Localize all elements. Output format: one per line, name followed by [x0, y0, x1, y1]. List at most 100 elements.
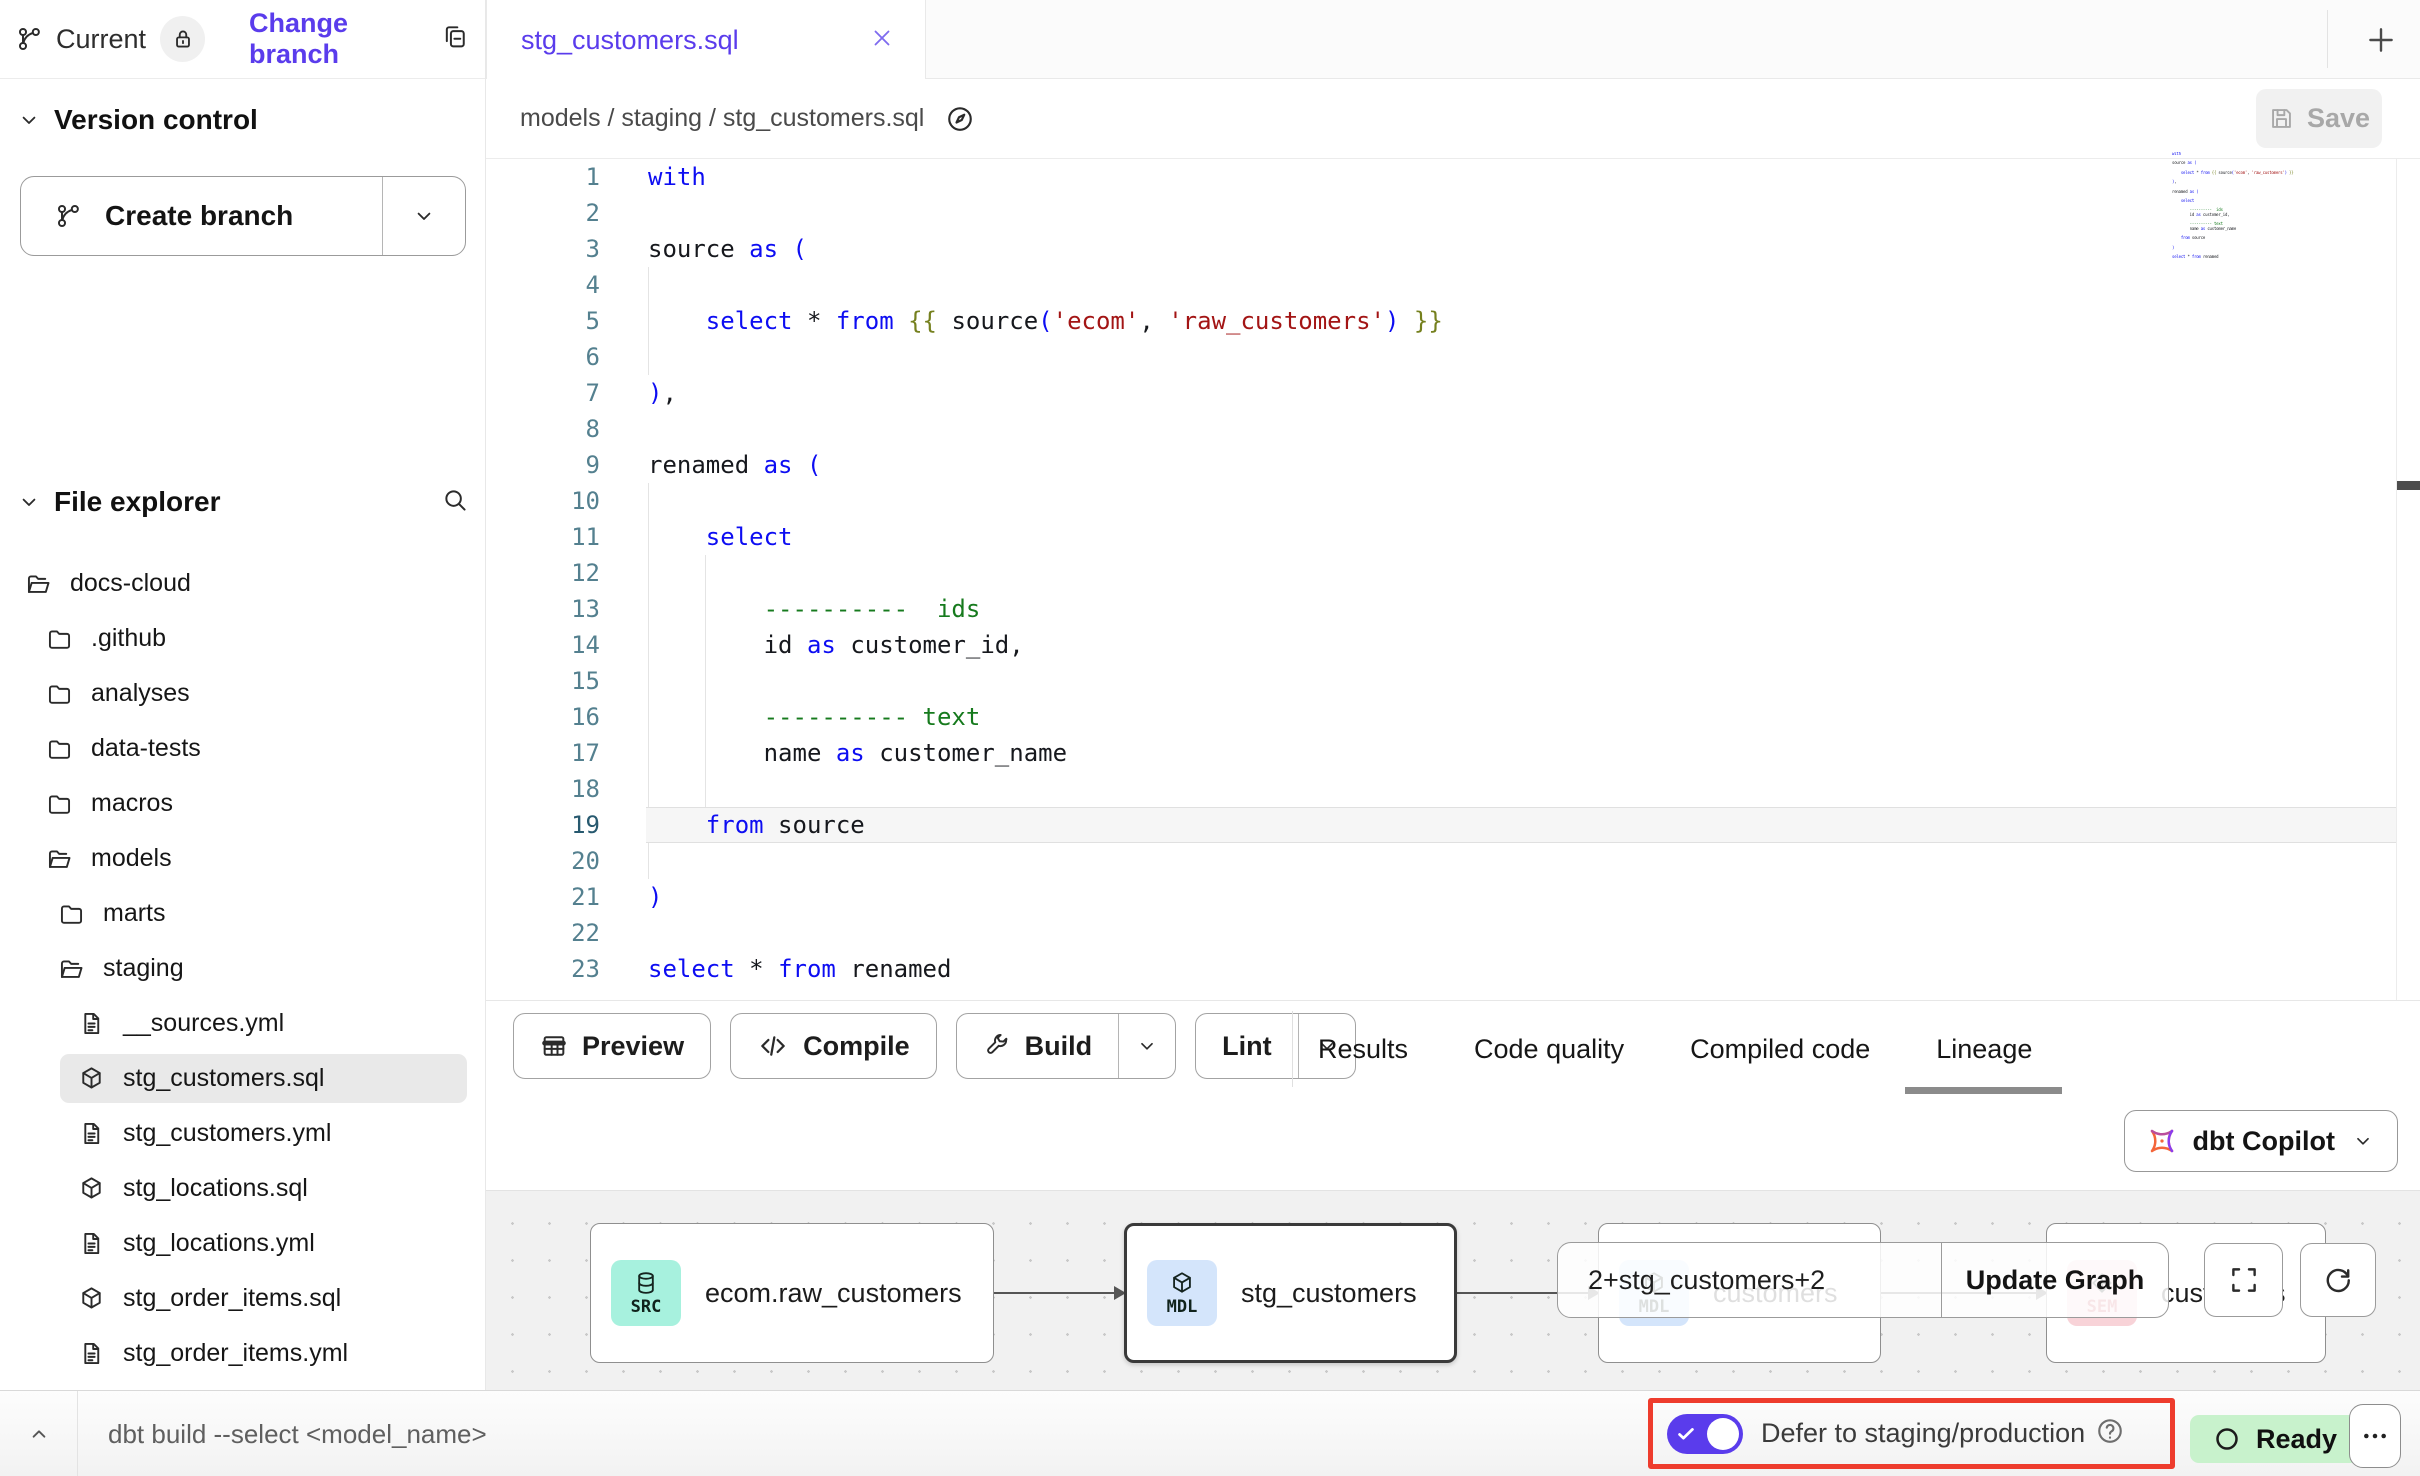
file-item--sources-yml[interactable]: __sources.yml — [0, 996, 485, 1051]
file-item--github[interactable]: .github — [0, 611, 485, 666]
model-cube-icon — [1169, 1270, 1195, 1296]
file-item-marts[interactable]: marts — [0, 886, 485, 941]
file-item-stg-customers-yml[interactable]: stg_customers.yml — [0, 1106, 485, 1161]
build-dropdown[interactable] — [1118, 1014, 1175, 1078]
file-search-button[interactable] — [441, 486, 469, 519]
file-item-docs-cloud[interactable]: docs-cloud — [0, 556, 485, 611]
line-number: 2 — [486, 195, 600, 231]
create-branch-button[interactable]: Create branch — [20, 176, 466, 256]
save-button[interactable]: Save — [2256, 89, 2382, 148]
code-line-16[interactable]: 16 ---------- text — [486, 699, 2420, 735]
file-label: stg_order_items.yml — [123, 1339, 348, 1368]
collapse-panel-button[interactable] — [0, 1391, 78, 1476]
panel-tab-results[interactable]: Results — [1318, 1001, 1408, 1097]
code-line-23[interactable]: 23select * from renamed — [486, 951, 2420, 987]
code-icon — [757, 1030, 789, 1062]
code-line-3[interactable]: 3source as ( — [486, 231, 2420, 267]
code-line-19[interactable]: 19 from source — [486, 807, 2420, 843]
command-input[interactable]: dbt build --select <model_name> — [108, 1391, 487, 1476]
more-options-button[interactable] — [2349, 1404, 2401, 1468]
code-line-8[interactable]: 8 — [486, 411, 2420, 447]
line-number: 12 — [486, 555, 600, 591]
code-line-4[interactable]: 4 — [486, 267, 2420, 303]
refresh-button[interactable] — [2300, 1243, 2376, 1317]
file-item-models[interactable]: models — [0, 831, 485, 886]
file-label: stg_order_items.sql — [123, 1284, 341, 1313]
preview-button[interactable]: Preview — [513, 1013, 711, 1079]
line-number: 6 — [486, 339, 600, 375]
file-item-data-tests[interactable]: data-tests — [0, 721, 485, 776]
lineage-canvas[interactable]: 2+stg_customers+2 Update Graph SRCecom.r… — [486, 1190, 2420, 1390]
fullscreen-button[interactable] — [2204, 1243, 2283, 1317]
node-type-badge: MDL — [1147, 1260, 1217, 1326]
lint-label: Lint — [1222, 1031, 1271, 1062]
git-branch-icon — [55, 202, 83, 230]
line-content: select * from renamed — [648, 951, 951, 987]
folder-open-icon — [58, 955, 85, 982]
code-editor[interactable]: 1with23source as (45 select * from {{ so… — [486, 159, 2420, 1000]
defer-toggle[interactable] — [1667, 1414, 1743, 1454]
line-number: 18 — [486, 771, 600, 807]
chevron-down-icon — [2351, 1129, 2375, 1153]
panel-tab-compiled-code[interactable]: Compiled code — [1690, 1001, 1870, 1097]
dbt-copilot-button[interactable]: dbt Copilot — [2124, 1110, 2398, 1172]
build-button[interactable]: Build — [956, 1013, 1177, 1079]
code-line-14[interactable]: 14 id as customer_id, — [486, 627, 2420, 663]
file-item-stg-order-items-yml[interactable]: stg_order_items.yml — [0, 1326, 485, 1381]
code-line-21[interactable]: 21) — [486, 879, 2420, 915]
code-line-13[interactable]: 13 ---------- ids — [486, 591, 2420, 627]
file-item-stg-customers-sql[interactable]: stg_customers.sql — [0, 1051, 485, 1106]
create-branch-dropdown[interactable] — [383, 177, 465, 255]
open-lineage-button[interactable] — [928, 90, 992, 148]
compile-button[interactable]: Compile — [730, 1013, 937, 1079]
code-line-20[interactable]: 20 — [486, 843, 2420, 879]
file-explorer-section-header[interactable]: File explorer — [0, 478, 485, 526]
dbt-copilot-logo-icon — [2147, 1126, 2177, 1156]
code-line-5[interactable]: 5 select * from {{ source('ecom', 'raw_c… — [486, 303, 2420, 339]
line-content: select * from {{ source('ecom', 'raw_cus… — [648, 303, 1443, 339]
sidebar: Current Change branch Version control Cr… — [0, 0, 486, 1390]
panel-tab-code-quality[interactable]: Code quality — [1474, 1001, 1624, 1097]
chevron-down-icon — [16, 107, 42, 133]
change-branch-link[interactable]: Change branch — [249, 8, 441, 70]
status-bar: dbt build --select <model_name> Defer to… — [0, 1390, 2420, 1476]
defer-label: Defer to staging/production — [1761, 1418, 2085, 1449]
file-item-staging[interactable]: staging — [0, 941, 485, 996]
version-control-section-header[interactable]: Version control — [0, 96, 485, 144]
code-line-22[interactable]: 22 — [486, 915, 2420, 951]
copy-button[interactable] — [441, 23, 469, 56]
file-item-stg-order-items-sql[interactable]: stg_order_items.sql — [0, 1271, 485, 1326]
node-type-badge: SRC — [611, 1260, 681, 1326]
update-graph-button[interactable]: Update Graph — [1942, 1243, 2168, 1317]
code-line-9[interactable]: 9renamed as ( — [486, 447, 2420, 483]
lineage-node-mdl-stg-customers[interactable]: MDLstg_customers — [1124, 1223, 1457, 1363]
create-branch-main[interactable]: Create branch — [21, 177, 383, 255]
line-number: 10 — [486, 483, 600, 519]
code-line-12[interactable]: 12 — [486, 555, 2420, 591]
dbt-copilot-label: dbt Copilot — [2193, 1126, 2335, 1157]
panel-tab-lineage[interactable]: Lineage — [1936, 1001, 2032, 1097]
breadcrumb-bar: models / staging / stg_customers.sql Sav… — [486, 79, 2420, 159]
code-line-18[interactable]: 18 — [486, 771, 2420, 807]
lock-icon — [170, 26, 196, 52]
file-item-stg-locations-sql[interactable]: stg_locations.sql — [0, 1161, 485, 1216]
code-line-11[interactable]: 11 select — [486, 519, 2420, 555]
tab-stg-customers-sql[interactable]: stg_customers.sql — [486, 0, 926, 80]
code-line-7[interactable]: 7), — [486, 375, 2420, 411]
code-line-17[interactable]: 17 name as customer_name — [486, 735, 2420, 771]
file-tree: docs-cloud.githubanalysesdata-testsmacro… — [0, 556, 485, 1381]
new-tab-button[interactable] — [2349, 8, 2413, 72]
code-line-1[interactable]: 1with — [486, 159, 2420, 195]
code-line-6[interactable]: 6 — [486, 339, 2420, 375]
code-line-15[interactable]: 15 — [486, 663, 2420, 699]
tab-close-button[interactable] — [869, 25, 895, 56]
file-item-analyses[interactable]: analyses — [0, 666, 485, 721]
file-item-macros[interactable]: macros — [0, 776, 485, 831]
scrollbar-thumb[interactable] — [2397, 481, 2420, 490]
file-item-stg-locations-yml[interactable]: stg_locations.yml — [0, 1216, 485, 1271]
lineage-node-src-ecom-raw-customers[interactable]: SRCecom.raw_customers — [590, 1223, 994, 1363]
lineage-selector-input[interactable]: 2+stg_customers+2 — [1558, 1243, 1942, 1317]
code-line-10[interactable]: 10 — [486, 483, 2420, 519]
code-line-2[interactable]: 2 — [486, 195, 2420, 231]
help-icon[interactable] — [2095, 1416, 2125, 1451]
